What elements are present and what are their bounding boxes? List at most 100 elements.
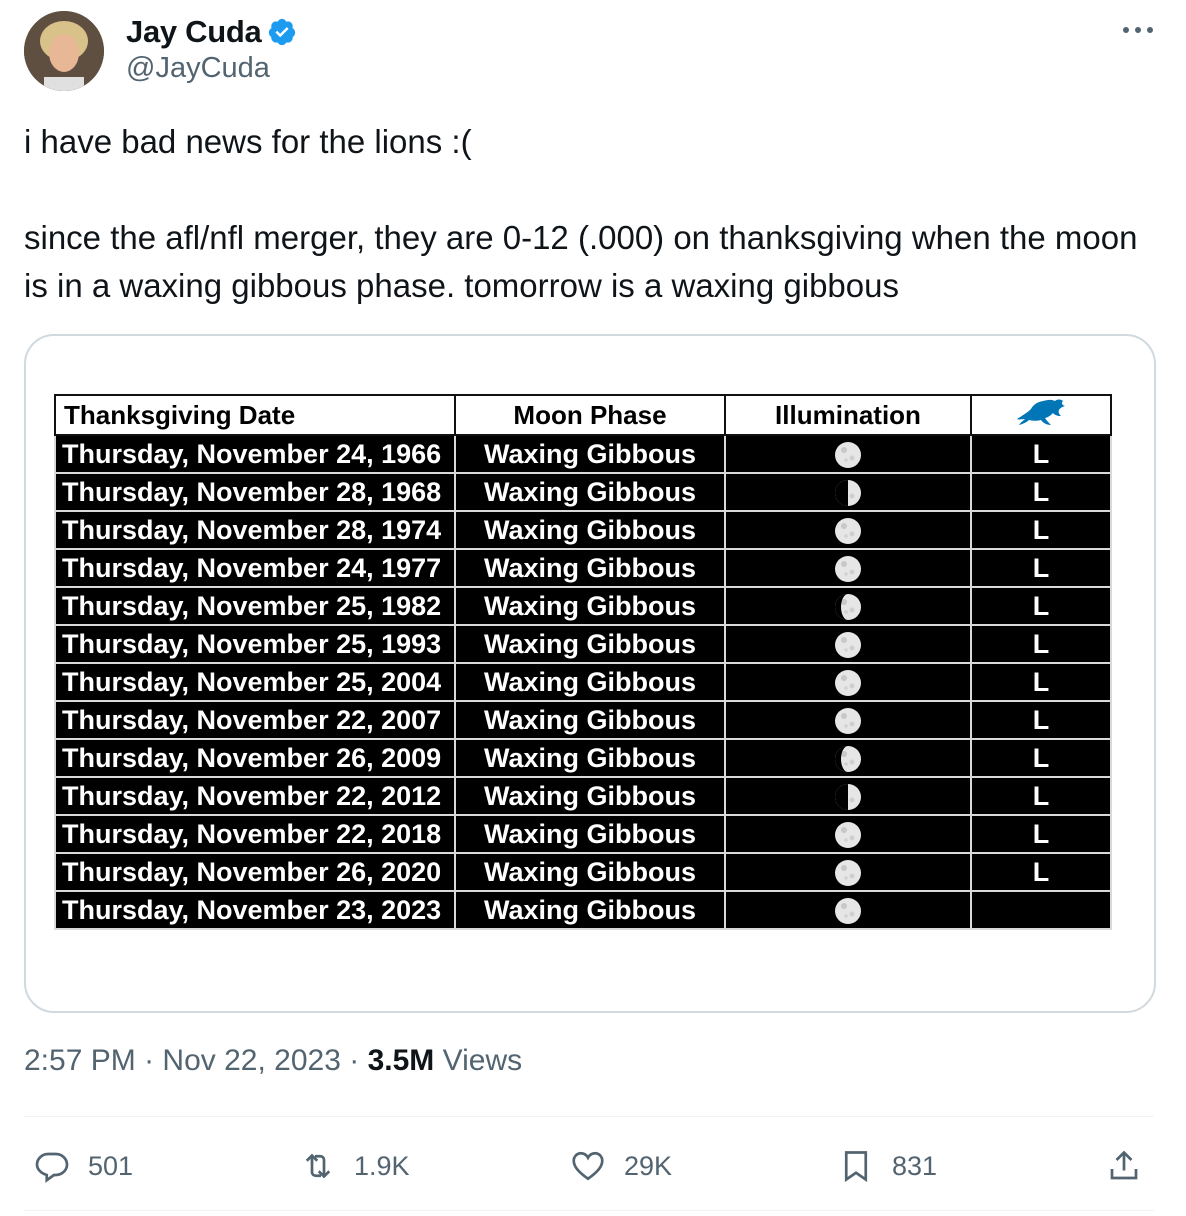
cell-date: Thursday, November 22, 2012 (54, 776, 456, 816)
cell-moon-phase: Waxing Gibbous (454, 814, 726, 854)
moon-icon (833, 818, 863, 848)
separator: · (144, 1044, 155, 1077)
cell-illumination (724, 738, 972, 778)
cell-moon-phase: Waxing Gibbous (454, 472, 726, 512)
bookmark-button[interactable]: 831 (838, 1144, 937, 1188)
cell-result: L (970, 776, 1112, 816)
moon-icon (833, 780, 863, 810)
cell-moon-phase: Waxing Gibbous (454, 434, 726, 474)
tweet-text: i have bad news for the lions :( since t… (24, 123, 1138, 304)
cell-illumination (724, 700, 972, 740)
table-header-row: Thanksgiving Date Moon Phase Illuminatio… (54, 394, 1112, 436)
divider (24, 1116, 1154, 1117)
cell-result: L (970, 700, 1112, 740)
media-image[interactable]: Thanksgiving Date Moon Phase Illuminatio… (24, 334, 1156, 1013)
bookmark-count: 831 (892, 1150, 938, 1181)
verified-badge-icon[interactable] (267, 17, 297, 47)
moon-icon (833, 704, 863, 734)
cell-illumination (724, 814, 972, 854)
bookmark-icon (844, 1151, 868, 1183)
views-count[interactable]: 3.5M (368, 1044, 435, 1077)
repost-button[interactable]: 1.9K (300, 1144, 410, 1188)
cell-date: Thursday, November 25, 2004 (54, 662, 456, 702)
tweet-time[interactable]: 2:57 PM (24, 1044, 136, 1077)
display-name[interactable]: Jay Cuda (126, 14, 262, 50)
table-row: Thursday, November 24, 1977 Waxing Gibbou… (54, 548, 1112, 588)
moon-icon (833, 514, 863, 544)
cell-result: L (970, 510, 1112, 550)
cell-date: Thursday, November 22, 2007 (54, 700, 456, 740)
cell-illumination (724, 776, 972, 816)
cell-date: Thursday, November 28, 1974 (54, 510, 456, 550)
heart-icon (572, 1151, 604, 1181)
tweet-timestamp[interactable]: 2:57 PM · Nov 22, 2023 · 3.5M Views (24, 1044, 522, 1078)
cell-illumination (724, 852, 972, 892)
author-handle[interactable]: @JayCuda (126, 52, 270, 85)
cell-moon-phase: Waxing Gibbous (454, 624, 726, 664)
cell-result: L (970, 434, 1112, 474)
like-button[interactable]: 29K (570, 1144, 672, 1188)
share-button[interactable] (1106, 1144, 1160, 1188)
cell-illumination (724, 434, 972, 474)
more-options-icon[interactable] (1120, 18, 1156, 42)
table-row: Thursday, November 23, 2023 Waxing Gibbou… (54, 890, 1112, 930)
cell-result: L (970, 586, 1112, 626)
tweet-date[interactable]: Nov 22, 2023 (162, 1044, 340, 1077)
moon-icon (833, 666, 863, 696)
cell-moon-phase: Waxing Gibbous (454, 548, 726, 588)
moon-icon (833, 552, 863, 582)
moon-icon (833, 476, 863, 506)
cell-date: Thursday, November 25, 1993 (54, 624, 456, 664)
cell-date: Thursday, November 24, 1977 (54, 548, 456, 588)
table-row: Thursday, November 25, 2004 Waxing Gibbou… (54, 662, 1112, 702)
reply-count: 501 (88, 1150, 134, 1181)
like-count: 29K (624, 1150, 673, 1181)
cell-illumination (724, 662, 972, 702)
cell-result: L (970, 548, 1112, 588)
moon-icon (833, 856, 863, 886)
cell-illumination (724, 510, 972, 550)
header-result (970, 394, 1112, 436)
avatar[interactable] (24, 11, 104, 91)
repost-count: 1.9K (354, 1150, 410, 1181)
cell-moon-phase: Waxing Gibbous (454, 662, 726, 702)
table-row: Thursday, November 22, 2007 Waxing Gibbou… (54, 700, 1112, 740)
cell-illumination (724, 548, 972, 588)
table-row: Thursday, November 22, 2012 Waxing Gibbou… (54, 776, 1112, 816)
moon-icon (833, 742, 863, 772)
table-row: Thursday, November 25, 1982 Waxing Gibbou… (54, 586, 1112, 626)
cell-illumination (724, 890, 972, 930)
profile-photo (24, 11, 104, 91)
author-name-row[interactable]: Jay Cuda (126, 12, 297, 52)
table-row: Thursday, November 24, 1966 Waxing Gibbou… (54, 434, 1112, 474)
table-row: Thursday, November 28, 1974 Waxing Gibbou… (54, 510, 1112, 550)
cell-date: Thursday, November 28, 1968 (54, 472, 456, 512)
cell-date: Thursday, November 25, 1982 (54, 586, 456, 626)
cell-result: L (970, 472, 1112, 512)
cell-date: Thursday, November 26, 2009 (54, 738, 456, 778)
cell-illumination (724, 586, 972, 626)
cell-date: Thursday, November 23, 2023 (54, 890, 456, 930)
moon-icon (833, 590, 863, 620)
cell-result: L (970, 738, 1112, 778)
moon-icon (833, 628, 863, 658)
table-row: Thursday, November 26, 2020 Waxing Gibbou… (54, 852, 1112, 892)
cell-result (970, 890, 1112, 930)
cell-result: L (970, 662, 1112, 702)
cell-date: Thursday, November 26, 2020 (54, 852, 456, 892)
reply-button[interactable]: 501 (34, 1144, 133, 1188)
cell-moon-phase: Waxing Gibbous (454, 510, 726, 550)
cell-moon-phase: Waxing Gibbous (454, 700, 726, 740)
repost-icon (305, 1153, 331, 1179)
header-moon-phase: Moon Phase (454, 394, 726, 436)
cell-illumination (724, 472, 972, 512)
cell-illumination (724, 624, 972, 664)
table-row: Thursday, November 26, 2009 Waxing Gibbou… (54, 738, 1112, 778)
cell-moon-phase: Waxing Gibbous (454, 586, 726, 626)
moon-icon (833, 438, 863, 468)
cell-result: L (970, 852, 1112, 892)
detroit-lions-logo-icon (1017, 399, 1065, 425)
divider (24, 1210, 1154, 1211)
header-illumination: Illumination (724, 394, 972, 436)
cell-result: L (970, 624, 1112, 664)
